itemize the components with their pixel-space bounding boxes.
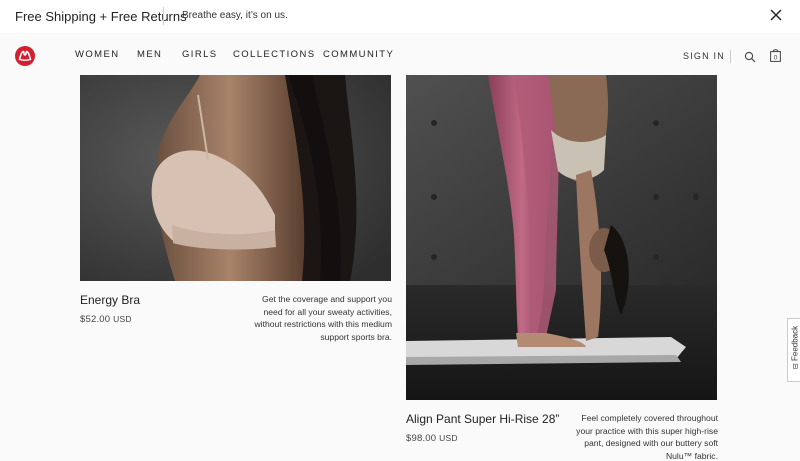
promo-title: Free Shipping + Free Returns [15, 9, 187, 24]
sign-in-link[interactable]: SIGN IN [683, 51, 725, 61]
product-description-energy-bra: Get the coverage and support you need fo… [254, 294, 392, 342]
shopping-bag-icon[interactable]: 0 [770, 49, 781, 62]
lululemon-logo-icon[interactable] [15, 46, 35, 66]
product-description-align-pant: Feel completely covered throughout your … [576, 413, 718, 461]
nav-collections[interactable]: COLLECTIONS [233, 49, 315, 60]
nav-women[interactable]: WOMEN [75, 49, 119, 60]
price-value: $98.00 [406, 433, 437, 444]
promo-divider [163, 7, 164, 25]
align-pant-photo [406, 75, 717, 400]
nav-men[interactable]: MEN [137, 49, 162, 60]
feedback-label: ⊟ Feedback [791, 321, 800, 375]
site-header: WOMEN MEN GIRLS COLLECTIONS COMMUNITY SI… [0, 33, 800, 75]
search-icon[interactable] [744, 51, 756, 63]
nav-community[interactable]: COMMUNITY [323, 49, 394, 60]
product-image-energy-bra[interactable] [80, 75, 391, 281]
promo-subtitle: Breathe easy, it’s on us. [182, 10, 288, 21]
price-currency: USD [439, 433, 458, 443]
nav-girls[interactable]: GIRLS [182, 49, 218, 60]
feedback-tab[interactable]: ⊟ Feedback [787, 318, 800, 382]
product-name-align-pant[interactable]: Align Pant Super Hi-Rise 28” [406, 412, 559, 426]
energy-bra-photo [80, 75, 391, 281]
feedback-icon: ⊟ [792, 363, 800, 370]
product-image-align-pant[interactable] [406, 75, 717, 400]
promo-bar: Free Shipping + Free Returns Breathe eas… [0, 0, 800, 33]
product-price-energy-bra: $52.00 USD [80, 314, 132, 325]
feedback-text: Feedback [790, 325, 800, 362]
header-divider [730, 50, 731, 63]
close-icon[interactable] [768, 7, 784, 23]
price-currency: USD [113, 314, 132, 324]
price-value: $52.00 [80, 314, 111, 325]
product-name-energy-bra[interactable]: Energy Bra [80, 293, 140, 307]
bag-count: 0 [774, 55, 778, 62]
product-price-align-pant: $98.00 USD [406, 433, 458, 444]
